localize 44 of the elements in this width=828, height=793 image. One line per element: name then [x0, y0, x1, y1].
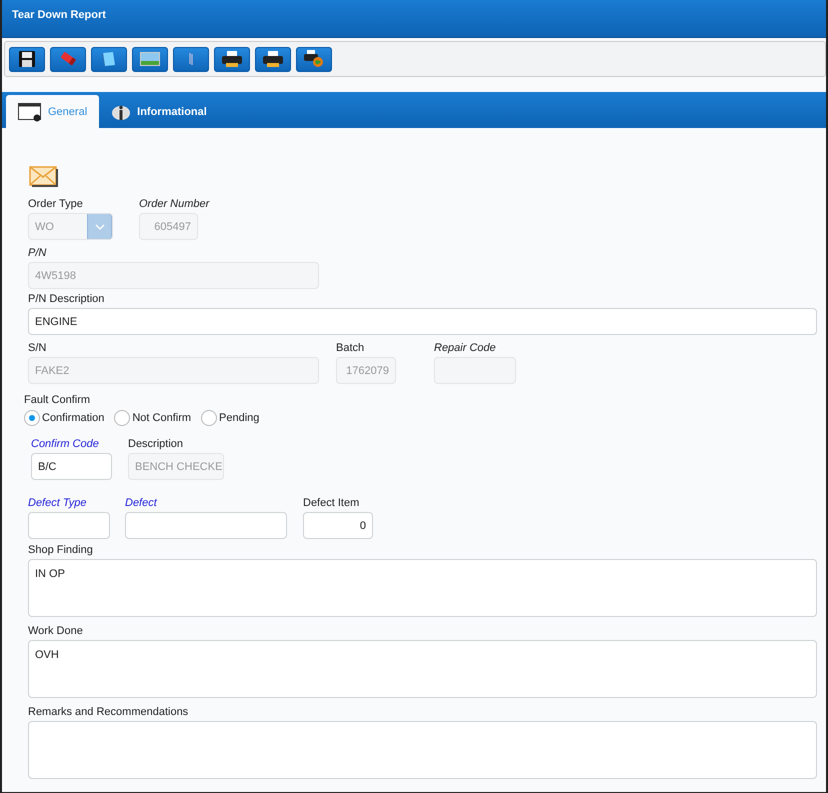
book-icon [100, 51, 118, 67]
radio-button[interactable]: Pending [201, 410, 260, 426]
save-button[interactable] [9, 46, 45, 72]
input-field[interactable]: 0 [303, 512, 373, 539]
input-field[interactable] [28, 512, 110, 539]
field-label: Work Done [28, 625, 83, 637]
toolbar-button[interactable] [132, 46, 168, 72]
image-icon [140, 51, 160, 67]
radio-button[interactable]: Confirmation [24, 410, 104, 426]
field-label: Repair Code [434, 342, 496, 354]
text-area[interactable]: OVH [28, 640, 817, 698]
field-label: Confirm Code [31, 438, 99, 450]
toolbar-button[interactable] [91, 46, 127, 72]
print-button[interactable] [296, 46, 332, 72]
field-label: Remarks and Recommendations [28, 706, 188, 718]
print-button[interactable] [255, 46, 291, 72]
text-area[interactable]: IN OP [28, 559, 817, 617]
toolbar-button[interactable] [173, 46, 209, 72]
toolbar-button[interactable] [50, 46, 86, 72]
window-title: Tear Down Report [12, 8, 106, 20]
field-label: Description [128, 438, 184, 450]
field-label: Shop Finding [28, 544, 93, 556]
input-field[interactable]: B/C [31, 453, 112, 480]
field-label: Defect [125, 497, 157, 509]
field-label: S/N [28, 342, 46, 354]
field-label: Defect Type [28, 497, 86, 509]
input-field[interactable]: ENGINE [28, 308, 817, 335]
tab[interactable]: Informational [99, 95, 219, 128]
field-label: Batch [336, 342, 364, 354]
printer-icon [222, 51, 242, 67]
envelope-icon [29, 166, 59, 188]
field-label: P/N Description [28, 293, 104, 305]
input-field[interactable] [125, 512, 287, 539]
window-icon [18, 102, 42, 122]
group-label: Fault Confirm [24, 394, 90, 406]
field-label: Order Number [139, 198, 210, 210]
print-button[interactable] [214, 46, 250, 72]
field-label: Defect Item [303, 497, 360, 509]
printer-icon [263, 51, 283, 67]
field-label: P/N [28, 247, 46, 259]
printer-globe-icon [304, 50, 324, 68]
radio-button[interactable]: Not Confirm [114, 410, 192, 426]
field-label: Order Type [28, 198, 83, 210]
chevron-down-icon [94, 224, 104, 230]
